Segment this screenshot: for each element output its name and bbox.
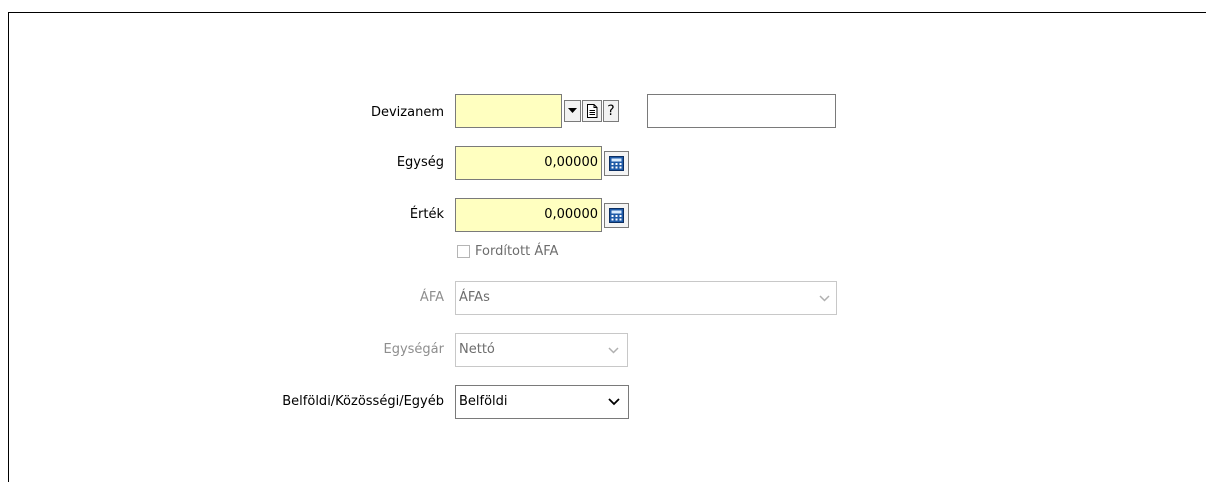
- chevron-down-icon: [819, 282, 830, 314]
- devizanem-label: Devizanem: [370, 105, 444, 120]
- devizanem-help-button[interactable]: ?: [603, 100, 619, 122]
- egysegar-select[interactable]: Nettó: [455, 333, 628, 367]
- belfoldi-select-value: Belföldi: [459, 394, 508, 409]
- egysegar-select-value: Nettó: [459, 342, 495, 357]
- document-icon: [587, 104, 598, 118]
- chevron-down-icon: [608, 334, 619, 366]
- dropdown-arrow-icon: [568, 108, 577, 113]
- egysegar-label: Egységár: [383, 342, 445, 357]
- devizanem-dropdown-button[interactable]: [564, 100, 581, 122]
- afa-select-value: ÁFAs: [459, 290, 490, 305]
- ertek-calculator-button[interactable]: [604, 203, 629, 228]
- calculator-icon: [609, 208, 624, 223]
- chevron-down-icon: [608, 386, 620, 418]
- checkbox-icon: [457, 245, 470, 258]
- afa-select[interactable]: ÁFAs: [455, 281, 837, 315]
- belfoldi-select[interactable]: Belföldi: [455, 385, 629, 419]
- ertek-input[interactable]: 0,00000: [455, 198, 602, 232]
- forditott-afa-checkbox[interactable]: Fordított ÁFA: [457, 244, 558, 259]
- devizanem-name-field[interactable]: [647, 94, 836, 128]
- belfoldi-label: Belföldi/Közösségi/Egyéb: [282, 394, 444, 409]
- egyseg-input[interactable]: 0,00000: [455, 146, 602, 180]
- afa-label: ÁFA: [419, 290, 444, 305]
- egyseg-label: Egység: [396, 155, 444, 170]
- devizanem-lookup-button[interactable]: [582, 100, 602, 122]
- egyseg-calculator-button[interactable]: [604, 151, 629, 176]
- forditott-afa-label: Fordított ÁFA: [475, 244, 559, 259]
- ertek-label: Érték: [409, 207, 444, 222]
- calculator-icon: [609, 156, 624, 171]
- devizanem-input[interactable]: [455, 94, 562, 128]
